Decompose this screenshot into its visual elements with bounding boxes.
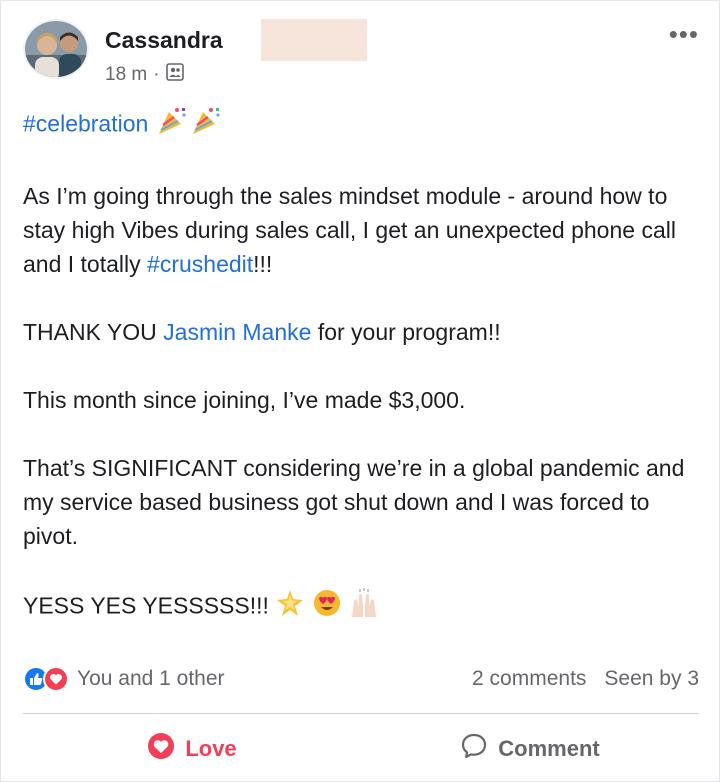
paragraph-1-end: !!! <box>253 251 273 277</box>
author-name[interactable]: Cassandra <box>105 27 223 54</box>
love-button[interactable]: Love <box>23 719 361 779</box>
love-icon <box>147 732 175 766</box>
sparkle-star-icon <box>275 588 305 627</box>
raised-hands-icon <box>348 587 380 628</box>
party-popper-icon <box>155 106 225 145</box>
post-paragraph-1: As I’m going through the sales mindset m… <box>23 179 703 281</box>
hashtag-celebration[interactable]: #celebration <box>23 111 148 137</box>
seen-by-count[interactable]: Seen by 3 <box>604 667 699 691</box>
paragraph-2-end: for your program!! <box>311 319 501 345</box>
post-paragraph-3: This month since joining, I’ve made $3,0… <box>23 387 466 413</box>
comment-button[interactable]: Comment <box>361 719 699 779</box>
actions-divider <box>23 713 699 714</box>
post-meta: 18 m · <box>105 63 184 87</box>
love-reaction-icon <box>43 666 69 692</box>
reaction-summary[interactable]: You and 1 other <box>23 666 225 692</box>
post-card: Cassandra 18 m · ••• #celebration As I’m… <box>0 0 720 782</box>
paragraph-2-text: THANK YOU <box>23 319 164 345</box>
paragraph-1-text: As I’m going through the sales mindset m… <box>23 183 676 277</box>
hashtag-crushedit[interactable]: #crushedit <box>147 251 253 277</box>
reaction-summary-text: You and 1 other <box>77 667 225 690</box>
post-stats: 2 comments Seen by 3 <box>472 667 699 691</box>
post-paragraph-2: THANK YOU Jasmin Manke for your program!… <box>23 315 703 349</box>
paragraph-5-text: YESS YES YESSSSS!!! <box>23 592 269 619</box>
post-paragraph-4: That’s SIGNIFICANT considering we’re in … <box>23 455 685 549</box>
reaction-icons <box>23 666 69 692</box>
comment-icon <box>460 732 488 766</box>
post-body: #celebration As I’m going through the sa… <box>23 106 703 628</box>
comment-button-label: Comment <box>498 736 600 761</box>
reactions-bar: You and 1 other 2 comments Seen by 3 <box>23 661 699 697</box>
love-button-label: Love <box>185 736 237 761</box>
post-header: Cassandra 18 m · ••• <box>23 19 705 85</box>
comments-count[interactable]: 2 comments <box>472 667 586 691</box>
more-options-icon[interactable]: ••• <box>669 21 699 47</box>
mention-jasmin-manke[interactable]: Jasmin Manke <box>163 319 311 345</box>
post-actions: Love Comment <box>23 719 699 779</box>
post-paragraph-5: YESS YES YESSSSS!!! <box>23 587 703 628</box>
group-audience-icon <box>165 63 184 87</box>
redacted-surname <box>261 19 367 61</box>
meta-separator: · <box>153 64 160 85</box>
heart-eyes-icon <box>312 588 342 627</box>
post-time[interactable]: 18 m <box>105 64 147 86</box>
avatar[interactable] <box>23 19 89 79</box>
